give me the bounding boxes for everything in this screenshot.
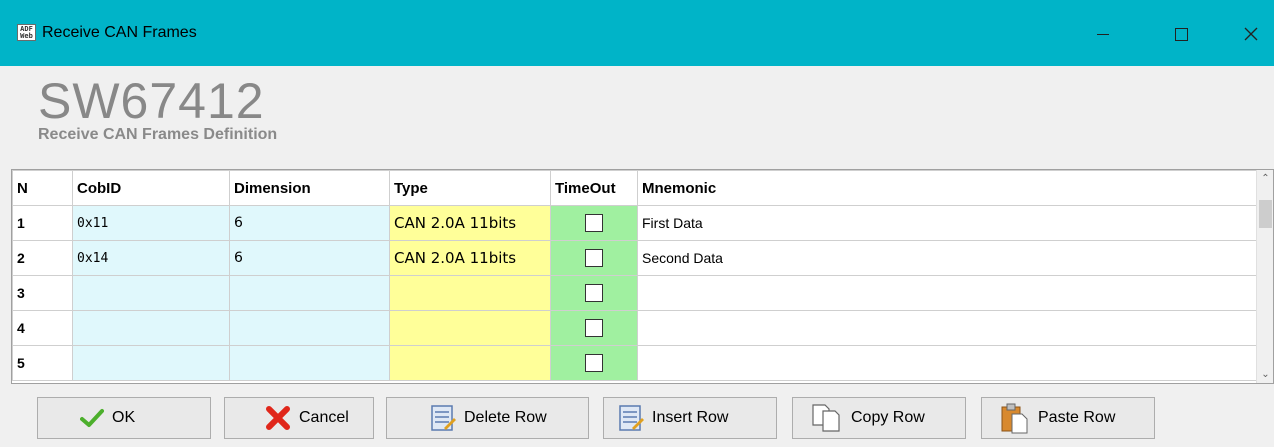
paste-row-button[interactable]: Paste Row (981, 397, 1155, 439)
column-header-dimension[interactable]: Dimension (229, 170, 390, 206)
cobid-cell[interactable] (72, 310, 230, 346)
receive-can-frames-window: ADF Web Receive CAN Frames SW67412 Recei… (0, 0, 1274, 447)
insert-row-icon (619, 405, 644, 431)
table-row: 4 (12, 310, 1258, 346)
mnemonic-cell[interactable] (637, 310, 1258, 346)
maximize-icon (1174, 27, 1188, 41)
timeout-cell (550, 205, 638, 241)
vertical-scrollbar[interactable]: ⌃ ⌄ (1256, 170, 1273, 383)
dimension-cell[interactable] (229, 310, 390, 346)
insert-row-button[interactable]: Insert Row (603, 397, 777, 439)
table-row: 5 (12, 345, 1258, 381)
cobid-cell[interactable]: 0x11 (72, 205, 230, 241)
timeout-checkbox[interactable] (585, 354, 603, 373)
app-icon: ADF Web (17, 24, 36, 41)
paste-row-label: Paste Row (1038, 409, 1116, 426)
type-cell[interactable]: CAN 2.0A 11bits (389, 240, 551, 276)
cobid-cell[interactable] (72, 275, 230, 311)
copy-row-label: Copy Row (851, 409, 925, 426)
delete-row-icon (431, 405, 456, 431)
checkmark-icon (80, 409, 104, 427)
timeout-cell (550, 240, 638, 276)
cancel-x-icon (266, 406, 290, 430)
timeout-checkbox[interactable] (585, 249, 603, 268)
cancel-label: Cancel (299, 409, 349, 426)
mnemonic-cell[interactable]: First Data (637, 205, 1258, 241)
column-header-cobid[interactable]: CobID (72, 170, 230, 206)
dimension-cell[interactable] (229, 275, 390, 311)
column-header-timeout[interactable]: TimeOut (550, 170, 638, 206)
row-number: 3 (12, 275, 73, 311)
scrollbar-thumb[interactable] (1259, 200, 1272, 228)
row-number: 5 (12, 345, 73, 381)
timeout-cell (550, 275, 638, 311)
table-row: 3 (12, 275, 1258, 311)
column-header-type[interactable]: Type (389, 170, 551, 206)
scroll-up-icon[interactable]: ⌃ (1257, 170, 1273, 187)
ok-button[interactable]: OK (37, 397, 211, 439)
dimension-cell[interactable] (229, 345, 390, 381)
dimension-cell[interactable]: 6 (229, 240, 390, 276)
frames-table: N CobID Dimension Type TimeOut Mnemonic … (12, 170, 1258, 381)
table-header-row: N CobID Dimension Type TimeOut Mnemonic (12, 170, 1258, 206)
mnemonic-cell[interactable] (637, 275, 1258, 311)
product-code: SW67412 (38, 73, 265, 129)
column-header-mnemonic[interactable]: Mnemonic (637, 170, 1258, 206)
page-subtitle: Receive CAN Frames Definition (38, 126, 278, 143)
table-row: 2 0x14 6 CAN 2.0A 11bits Second Data (12, 240, 1258, 276)
frames-grid[interactable]: N CobID Dimension Type TimeOut Mnemonic … (11, 169, 1274, 384)
copy-row-button[interactable]: Copy Row (792, 397, 966, 439)
type-cell[interactable] (389, 345, 551, 381)
title-bar[interactable]: ADF Web Receive CAN Frames (0, 0, 1274, 66)
delete-row-label: Delete Row (464, 409, 547, 426)
column-header-n[interactable]: N (12, 170, 73, 206)
timeout-cell (550, 310, 638, 346)
close-icon (1244, 27, 1258, 41)
mnemonic-cell[interactable]: Second Data (637, 240, 1258, 276)
scroll-down-icon[interactable]: ⌄ (1257, 366, 1273, 383)
cobid-cell[interactable] (72, 345, 230, 381)
type-cell[interactable] (389, 275, 551, 311)
type-cell[interactable]: CAN 2.0A 11bits (389, 205, 551, 241)
minimize-icon (1097, 33, 1109, 35)
cancel-button[interactable]: Cancel (224, 397, 374, 439)
minimize-button[interactable] (1080, 12, 1126, 56)
row-number: 2 (12, 240, 73, 276)
timeout-checkbox[interactable] (585, 214, 603, 233)
window-title: Receive CAN Frames (42, 24, 197, 41)
maximize-button[interactable] (1158, 12, 1204, 56)
timeout-cell (550, 345, 638, 381)
insert-row-label: Insert Row (652, 409, 729, 426)
paste-icon (1001, 403, 1028, 434)
row-number: 1 (12, 205, 73, 241)
type-cell[interactable] (389, 310, 551, 346)
row-number: 4 (12, 310, 73, 346)
timeout-checkbox[interactable] (585, 319, 603, 338)
close-button[interactable] (1228, 12, 1274, 56)
mnemonic-cell[interactable] (637, 345, 1258, 381)
dimension-cell[interactable]: 6 (229, 205, 390, 241)
ok-label: OK (112, 409, 136, 426)
table-row: 1 0x11 6 CAN 2.0A 11bits First Data (12, 205, 1258, 241)
timeout-checkbox[interactable] (585, 284, 603, 303)
cobid-cell[interactable]: 0x14 (72, 240, 230, 276)
copy-icon (812, 404, 840, 432)
delete-row-button[interactable]: Delete Row (386, 397, 589, 439)
